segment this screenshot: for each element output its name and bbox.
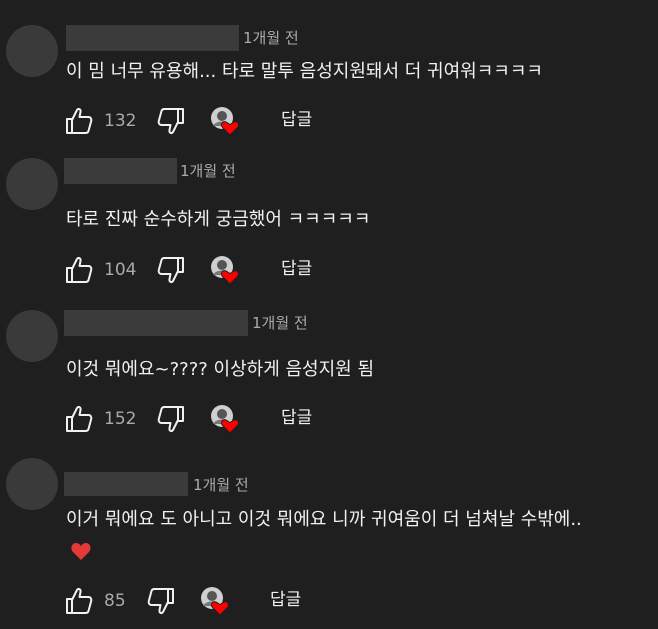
comment-actions: 132 답글 <box>0 106 658 136</box>
reply-button[interactable]: 답글 <box>281 109 312 131</box>
comment-4: 1개월 전 이거 뭐에요 도 아니고 이것 뭐에요 니까 귀여움이 더 넘쳐날 … <box>0 458 658 629</box>
creator-heart-icon <box>210 404 239 434</box>
heart-emoji-icon <box>71 543 91 560</box>
avatar[interactable] <box>6 310 58 362</box>
creator-heart-icon <box>200 586 229 616</box>
comment-1: 1개월 전 이 밈 너무 유용해... 타로 말투 음성지원돼서 더 귀여워ㅋㅋ… <box>0 25 658 175</box>
comment-3: 1개월 전 이것 뭐에요~???? 이상하게 음성지원 됨 152 답글 <box>0 310 658 460</box>
comment-time[interactable]: 1개월 전 <box>243 29 299 47</box>
comment-time[interactable]: 1개월 전 <box>180 162 236 180</box>
like-icon[interactable] <box>64 255 94 285</box>
like-count: 152 <box>104 409 137 429</box>
comment-text: 이거 뭐에요 도 아니고 이것 뭐에요 니까 귀여움이 더 넘쳐날 수밖에.. <box>66 509 582 530</box>
like-icon[interactable] <box>64 586 94 616</box>
like-icon[interactable] <box>64 404 94 434</box>
dislike-icon[interactable] <box>156 404 186 434</box>
author-name-redacted[interactable] <box>64 158 177 184</box>
creator-heart-icon <box>210 106 239 136</box>
avatar[interactable] <box>6 158 58 210</box>
comment-text: 이것 뭐에요~???? 이상하게 음성지원 됨 <box>66 359 375 380</box>
like-count: 132 <box>104 111 137 131</box>
reply-button[interactable]: 답글 <box>281 407 312 429</box>
author-name-redacted[interactable] <box>64 310 248 336</box>
comment-time[interactable]: 1개월 전 <box>252 314 308 332</box>
comment-time[interactable]: 1개월 전 <box>193 476 249 494</box>
like-icon[interactable] <box>64 106 94 136</box>
creator-heart-icon <box>210 255 239 285</box>
comment-actions: 152 답글 <box>0 404 658 434</box>
dislike-icon[interactable] <box>156 106 186 136</box>
author-name-redacted[interactable] <box>64 472 188 496</box>
comment-actions: 104 답글 <box>0 255 658 285</box>
like-count: 85 <box>104 591 126 611</box>
dislike-icon[interactable] <box>156 255 186 285</box>
avatar[interactable] <box>6 25 58 77</box>
comment-text: 타로 진짜 순수하게 궁금했어 ㅋㅋㅋㅋㅋ <box>66 209 371 230</box>
avatar[interactable] <box>6 458 58 510</box>
like-count: 104 <box>104 260 137 280</box>
comment-text: 이 밈 너무 유용해... 타로 말투 음성지원돼서 더 귀여워ㅋㅋㅋㅋ <box>66 61 543 82</box>
dislike-icon[interactable] <box>146 586 176 616</box>
author-name-redacted[interactable] <box>66 25 239 51</box>
reply-button[interactable]: 답글 <box>281 258 312 280</box>
comment-actions: 85 답글 <box>0 586 658 616</box>
comment-2: 1개월 전 타로 진짜 순수하게 궁금했어 ㅋㅋㅋㅋㅋ 104 답글 <box>0 158 658 308</box>
reply-button[interactable]: 답글 <box>270 589 301 611</box>
